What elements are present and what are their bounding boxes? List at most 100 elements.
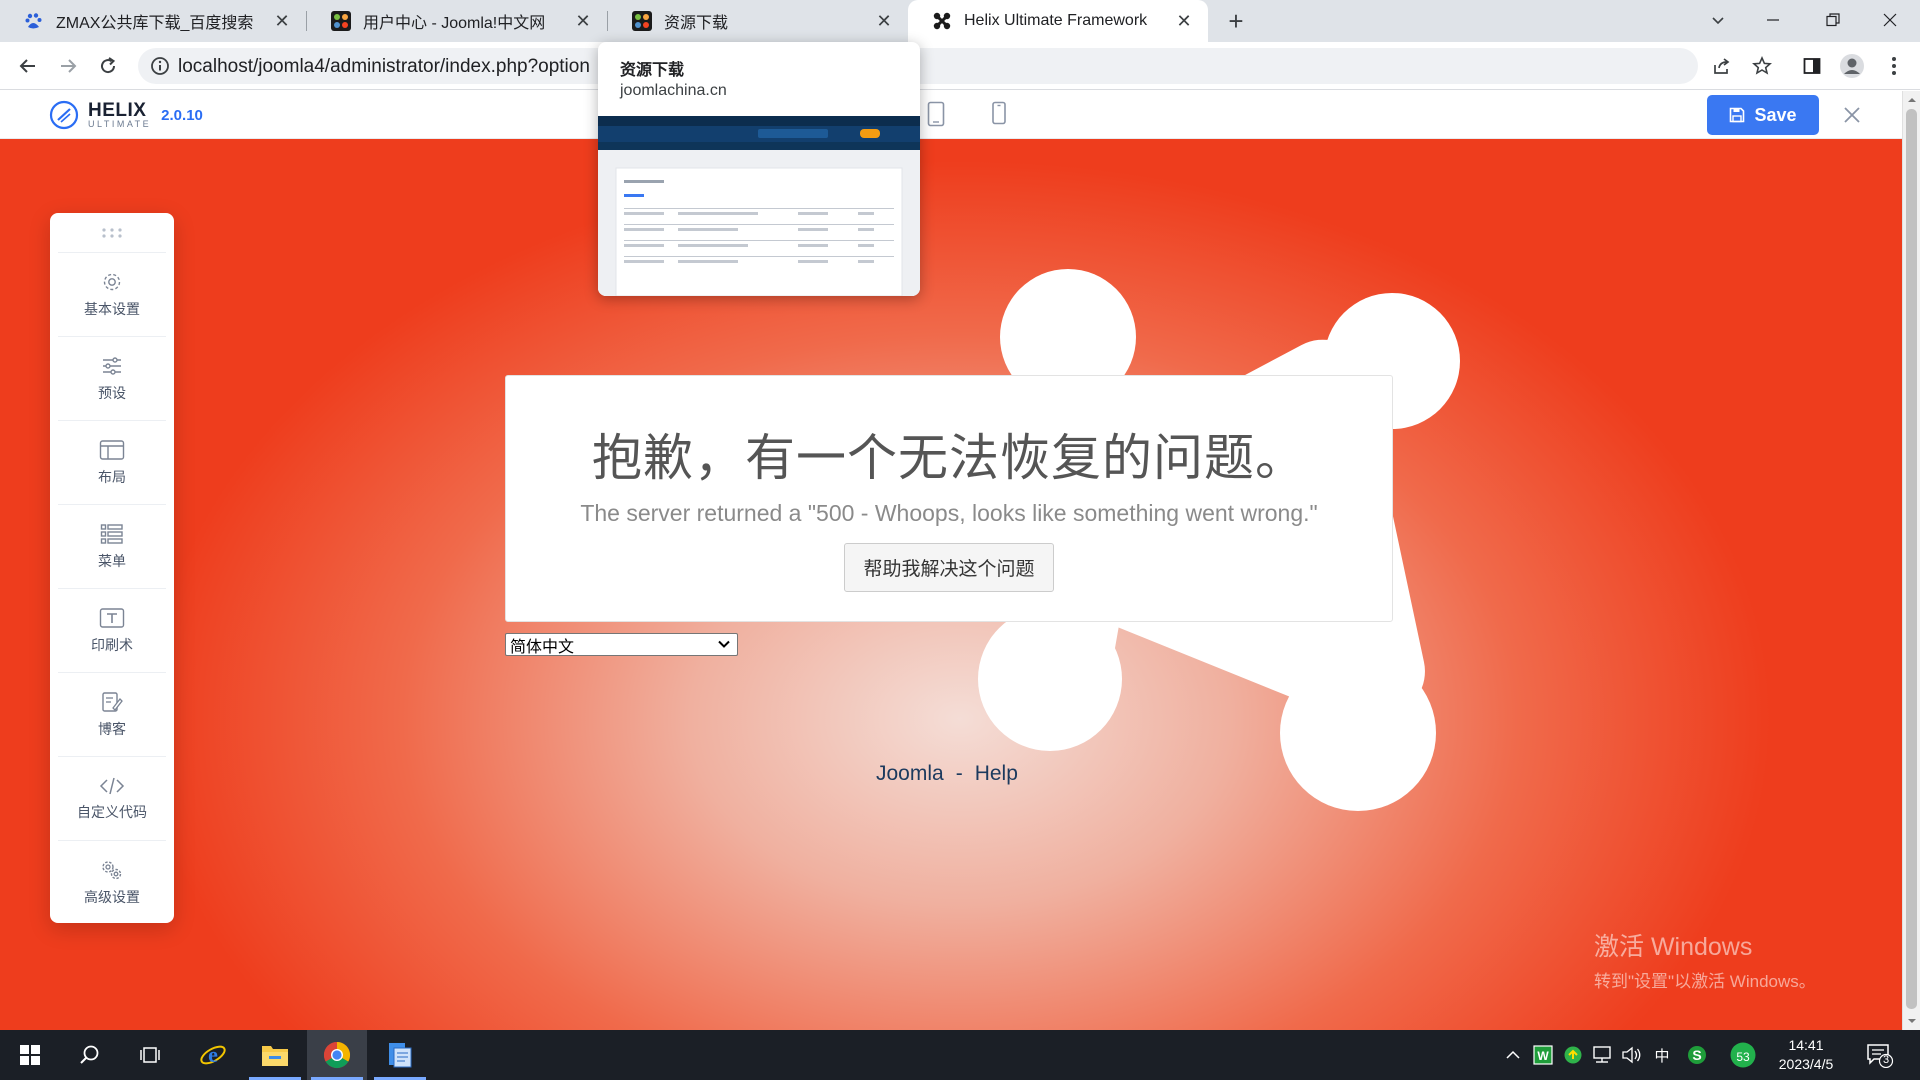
sidebar-item-advanced[interactable]: 高级设置	[58, 841, 166, 925]
helix-logo-icon	[49, 100, 79, 130]
profile-button[interactable]	[1838, 52, 1866, 80]
close-editor-button[interactable]	[1840, 103, 1864, 127]
joomla-link[interactable]: Joomla	[876, 762, 944, 785]
joomla-icon	[632, 11, 652, 31]
chevron-up-icon	[1506, 1050, 1520, 1059]
grip-dots-icon	[102, 227, 122, 238]
sidebar-item-label: 博客	[98, 720, 126, 737]
mobile-view-icon[interactable]	[991, 101, 1007, 125]
share-button[interactable]	[1708, 52, 1736, 80]
taskbar-search-button[interactable]	[60, 1030, 120, 1080]
svg-text:W: W	[1537, 1049, 1549, 1063]
reload-button[interactable]	[92, 50, 124, 82]
browser-menu-button[interactable]	[1880, 52, 1908, 80]
restore-icon	[1826, 13, 1840, 27]
network-icon	[1593, 1046, 1611, 1063]
back-button[interactable]	[12, 50, 44, 82]
sliders-icon	[103, 356, 121, 375]
hover-card-thumbnail	[598, 116, 920, 296]
side-panel-button[interactable]	[1798, 52, 1826, 80]
minimize-button[interactable]	[1745, 0, 1801, 40]
sidebar-item-custom-code[interactable]: 自定义代码	[58, 757, 166, 841]
ime-indicator[interactable]: 中	[1651, 1044, 1673, 1066]
browser-tab-user-center[interactable]: 用户中心 - Joomla!中文网 ✕	[307, 0, 607, 42]
close-tab-icon[interactable]: ✕	[1174, 11, 1194, 31]
sidebar-item-typography[interactable]: 印刷术	[58, 589, 166, 673]
chevron-down-icon	[1712, 17, 1724, 25]
sidebar-item-blog[interactable]: 博客	[58, 673, 166, 757]
network-status[interactable]	[1591, 1044, 1613, 1066]
sidebar-item-label: 印刷术	[91, 636, 133, 653]
folder-icon	[262, 1046, 288, 1066]
site-info-icon[interactable]	[150, 56, 170, 76]
new-tab-button[interactable]: +	[1220, 5, 1252, 37]
forward-button[interactable]	[52, 50, 84, 82]
sidebar-item-layout[interactable]: 布局	[58, 421, 166, 505]
close-tab-icon[interactable]: ✕	[573, 11, 593, 31]
show-hidden-icons-button[interactable]	[1502, 1044, 1524, 1066]
help-link[interactable]: Help	[975, 762, 1018, 785]
system-clock[interactable]: 14:41 2023/4/5	[1762, 1036, 1850, 1074]
start-button[interactable]	[0, 1030, 60, 1080]
input-method-s-icon: S	[1688, 1046, 1706, 1064]
joomla-icon	[933, 12, 951, 30]
save-label: Save	[1754, 104, 1797, 125]
minimize-icon	[1767, 19, 1779, 21]
taskbar-chrome[interactable]	[307, 1030, 367, 1080]
joomla-icon	[331, 11, 351, 31]
helix-brand-sub: ULTIMATE	[88, 119, 152, 129]
scroll-up-arrow-icon[interactable]	[1907, 95, 1917, 105]
document-app-icon	[389, 1043, 412, 1068]
green-app-icon: W	[1533, 1045, 1553, 1065]
tray-app-cloud[interactable]	[1562, 1044, 1584, 1066]
help-fix-button[interactable]: 帮助我解决这个问题	[844, 543, 1054, 592]
baidu-paw-icon	[25, 13, 42, 29]
tray-badge[interactable]: 53	[1729, 1042, 1757, 1068]
speaker-icon	[1622, 1046, 1641, 1064]
tablet-view-icon[interactable]	[927, 101, 945, 127]
notification-center-button[interactable]: 3	[1866, 1042, 1894, 1073]
arrow-left-icon	[19, 59, 35, 73]
helix-brand: HELIX	[88, 100, 147, 121]
helix-settings-sidebar: 基本设置 预设 布局 菜单 印刷术 博客 自定义代码 高级设置	[50, 213, 174, 923]
tray-app-green[interactable]: W	[1532, 1044, 1554, 1066]
volume-control[interactable]	[1621, 1044, 1643, 1066]
browser-tab-baidu[interactable]: ZMAX公共库下载_百度搜索 ✕	[0, 0, 306, 42]
taskbar-ie[interactable]: e	[183, 1030, 243, 1080]
task-view-button[interactable]	[120, 1030, 180, 1080]
close-tab-icon[interactable]: ✕	[272, 11, 292, 31]
close-tab-icon[interactable]: ✕	[874, 11, 894, 31]
close-icon	[1844, 107, 1860, 123]
browser-tab-downloads[interactable]: 资源下载 ✕	[608, 0, 908, 42]
sidebar-item-basic[interactable]: 基本设置	[58, 253, 166, 337]
avatar	[1840, 54, 1864, 78]
blog-edit-icon	[102, 691, 123, 712]
language-select[interactable]: 简体中文	[505, 633, 738, 656]
internet-explorer-icon: e	[200, 1042, 226, 1067]
close-window-button[interactable]	[1862, 0, 1918, 40]
sidebar-item-presets[interactable]: 预设	[58, 337, 166, 421]
save-button[interactable]: Save	[1707, 95, 1819, 135]
taskbar-file-explorer[interactable]	[245, 1030, 305, 1080]
bookmark-button[interactable]	[1748, 52, 1776, 80]
tab-search-button[interactable]	[1690, 0, 1746, 40]
sidebar-item-label: 高级设置	[84, 889, 140, 905]
tray-app-sogou[interactable]: S	[1686, 1044, 1708, 1066]
page-scrollbar[interactable]	[1902, 91, 1920, 1030]
sidebar-item-menu[interactable]: 菜单	[58, 505, 166, 589]
code-icon	[99, 777, 125, 794]
svg-text:S: S	[1692, 1047, 1701, 1063]
hover-card-title: 资源下载	[620, 62, 685, 79]
sidebar-item-label: 基本设置	[84, 300, 140, 317]
scrollbar-thumb[interactable]	[1906, 109, 1917, 1009]
gear-icon	[103, 273, 121, 290]
taskbar-app[interactable]	[370, 1030, 430, 1080]
scroll-down-arrow-icon[interactable]	[1907, 1016, 1917, 1026]
floppy-disk-icon	[1730, 107, 1745, 123]
footer-separator: -	[955, 762, 963, 785]
drag-handle[interactable]	[58, 213, 166, 253]
typography-icon	[99, 607, 125, 628]
browser-tab-helix[interactable]: Helix Ultimate Framework ✕	[908, 0, 1208, 42]
restore-button[interactable]	[1805, 0, 1861, 40]
helix-version: 2.0.10	[161, 106, 203, 124]
